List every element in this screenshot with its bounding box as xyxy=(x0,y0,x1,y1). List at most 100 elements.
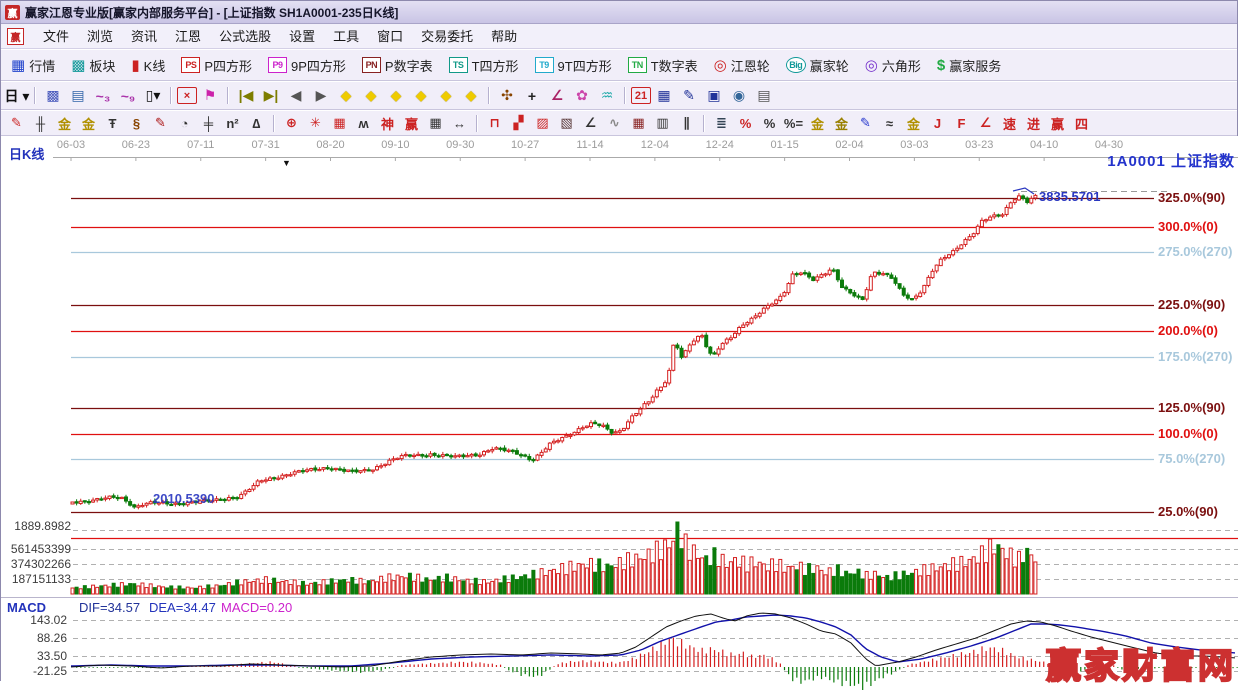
menu-item-江恩[interactable]: 江恩 xyxy=(166,26,210,47)
number-grid-tool[interactable]: ▦ xyxy=(424,113,447,133)
trend-line-tool[interactable]: ∠ xyxy=(579,113,602,133)
gold-lines-tool[interactable]: 金 xyxy=(830,113,853,133)
t-number-table-button[interactable]: TNT数字表 xyxy=(622,53,704,78)
blue-pencil-tool[interactable]: ✎ xyxy=(854,113,877,133)
9t-square-button[interactable]: T99T四方形 xyxy=(529,53,618,78)
menu-item-资讯[interactable]: 资讯 xyxy=(122,26,166,47)
percent-slash-tool[interactable]: % xyxy=(734,113,757,133)
menu-item-设置[interactable]: 设置 xyxy=(280,26,324,47)
prev-screen-button[interactable]: ◀ xyxy=(284,85,308,107)
calculator-button[interactable]: ▦ xyxy=(652,85,676,107)
web-quote-button[interactable]: ▩ xyxy=(41,85,65,107)
parallel-lines-tool[interactable]: ∥ xyxy=(675,113,698,133)
color-flag-button[interactable]: ⚑ xyxy=(198,85,222,107)
advance-line-tool[interactable]: 进 xyxy=(1022,113,1045,133)
expand-h-diamond-button[interactable]: ◆ xyxy=(384,85,408,107)
multi-angle-tool[interactable]: ∠ xyxy=(974,113,997,133)
speed-line-tool[interactable]: 速 xyxy=(998,113,1021,133)
ray-fan-tool[interactable]: ▞ xyxy=(507,113,530,133)
wave-tool-button[interactable]: ♒ xyxy=(595,85,619,107)
menu-item-窗口[interactable]: 窗口 xyxy=(368,26,412,47)
winner-service-button[interactable]: $赢家服务 xyxy=(931,53,1007,78)
gann-grid-tool[interactable]: ▦ xyxy=(328,113,351,133)
god-line-tool[interactable]: 神 xyxy=(376,113,399,133)
f-angle-tool[interactable]: F xyxy=(950,113,973,133)
kline-button[interactable]: ▮K线 xyxy=(125,53,171,78)
zoom-in-diamond-button[interactable]: ◆ xyxy=(434,85,458,107)
drag-hand-button[interactable]: ✣ xyxy=(495,85,519,107)
menu-item-公式选股[interactable]: 公式选股 xyxy=(210,26,280,47)
chart-area[interactable]: 日K线 1A0001 上证指数 ▼ 3835.5701 2010.5390 18… xyxy=(1,136,1238,690)
shift-left-diamond-button[interactable]: ◆ xyxy=(334,85,358,107)
mirror-angle-tool[interactable]: ∆ xyxy=(245,113,268,133)
span-measure-tool[interactable]: ↔ xyxy=(448,113,471,133)
candle-style-dropdown[interactable]: ▯▾ xyxy=(141,85,165,107)
gann-wheel-button[interactable]: ◎江恩轮 xyxy=(708,53,776,78)
calendar-button[interactable]: 21 xyxy=(631,87,651,104)
win-line-tool[interactable]: 赢 xyxy=(400,113,423,133)
shade-grid-tool[interactable]: ▧ xyxy=(555,113,578,133)
gann-target-tool[interactable]: ⊕ xyxy=(280,113,303,133)
cycle-circle-tool[interactable]: ◔ xyxy=(173,113,196,133)
9p-square-button[interactable]: P99P四方形 xyxy=(262,53,352,78)
n-square-tool[interactable]: n² xyxy=(221,113,244,133)
golden-section-tool[interactable]: 金 xyxy=(53,113,76,133)
zoom-out-diamond-button[interactable]: ◆ xyxy=(459,85,483,107)
web-export-button[interactable]: ◉ xyxy=(727,85,751,107)
column-grid-tool[interactable]: ▥ xyxy=(651,113,674,133)
menu-item-工具[interactable]: 工具 xyxy=(324,26,368,47)
hexagon-button[interactable]: ◎六角形 xyxy=(859,53,927,78)
menu-item-文件[interactable]: 文件 xyxy=(34,26,78,47)
price-ruler-tool[interactable]: ╪ xyxy=(197,113,220,133)
title-bar[interactable]: 赢 赢家江恩专业版[赢家内部服务平台] - [上证指数 SH1A0001-235… xyxy=(1,1,1237,24)
dark-grid-tool[interactable]: ▦ xyxy=(627,113,650,133)
arc-wave-tool[interactable]: ≈ xyxy=(878,113,901,133)
p-number-table-button[interactable]: PNP数字表 xyxy=(356,53,439,78)
t-square-button[interactable]: TST四方形 xyxy=(443,53,525,78)
box-tool[interactable]: ⊓ xyxy=(483,113,506,133)
percent-pencil-tool[interactable]: ✎ xyxy=(149,113,172,133)
crosshair-button[interactable]: + xyxy=(520,85,544,107)
ruler-grid-tool[interactable]: ╫ xyxy=(29,113,52,133)
p-square-button[interactable]: PSP四方形 xyxy=(175,53,258,78)
stats-bars-tool[interactable]: ≣ xyxy=(710,113,733,133)
toolbar-separator xyxy=(488,87,490,104)
formula-manager-button[interactable]: × xyxy=(177,87,197,104)
memo-edit-button[interactable]: ✎ xyxy=(677,85,701,107)
gann-web-tool[interactable]: ✳ xyxy=(304,113,327,133)
shift-right-diamond-button[interactable]: ◆ xyxy=(359,85,383,107)
gann-shape-button[interactable]: ✿ xyxy=(570,85,594,107)
last-screen-button[interactable]: ▶| xyxy=(259,85,283,107)
gold-underline-tool[interactable]: 金 xyxy=(902,113,925,133)
sectors-button[interactable]: ▩板块 xyxy=(65,53,121,78)
macd-indicator-title[interactable]: MACD xyxy=(7,600,46,615)
mini-chart-9-button[interactable]: ~₉ xyxy=(116,85,140,107)
win-angle-tool[interactable]: 赢 xyxy=(1046,113,1069,133)
first-screen-button[interactable]: |◀ xyxy=(234,85,258,107)
j-angle-tool[interactable]: J xyxy=(926,113,949,133)
fan-grid-tool[interactable]: ▨ xyxy=(531,113,554,133)
four-square-tool[interactable]: 四 xyxy=(1070,113,1093,133)
quotes-button[interactable]: ▦行情 xyxy=(5,53,61,78)
spiral-tool[interactable]: § xyxy=(125,113,148,133)
compress-h-diamond-button[interactable]: ◆ xyxy=(409,85,433,107)
next-screen-button[interactable]: ▶ xyxy=(309,85,333,107)
time-ruler-tool[interactable]: Ŧ xyxy=(101,113,124,133)
wave-line-tool[interactable]: ∿ xyxy=(603,113,626,133)
winner-wheel-button[interactable]: Big赢家轮 xyxy=(780,53,855,78)
menu-item-浏览[interactable]: 浏览 xyxy=(78,26,122,47)
menu-item-帮助[interactable]: 帮助 xyxy=(482,26,526,47)
mini-chart-3-button[interactable]: ~₃ xyxy=(91,85,115,107)
angle-measure-button[interactable]: ∠ xyxy=(545,85,569,107)
pencil-tool[interactable]: ✎ xyxy=(5,113,28,133)
percent-tool[interactable]: % xyxy=(758,113,781,133)
print-button[interactable]: ▤ xyxy=(752,85,776,107)
menu-item-交易委托[interactable]: 交易委托 xyxy=(412,26,482,47)
golden-box-tool[interactable]: 金 xyxy=(77,113,100,133)
wave-count-tool[interactable]: ʍ xyxy=(352,113,375,133)
percent-lines-tool[interactable]: %= xyxy=(782,113,805,133)
save-button[interactable]: ▣ xyxy=(702,85,726,107)
info-list-button[interactable]: ▤ xyxy=(66,85,90,107)
gold-circle-tool[interactable]: 金 xyxy=(806,113,829,133)
period-day-dropdown[interactable]: 日 ▾ xyxy=(5,85,29,107)
